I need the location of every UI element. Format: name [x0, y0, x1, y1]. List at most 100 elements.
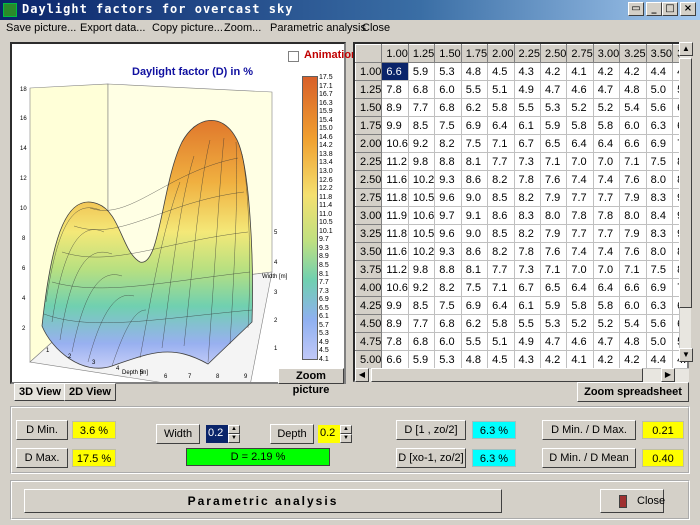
- table-cell[interactable]: 7.6: [539, 170, 568, 189]
- table-cell[interactable]: 10.6: [407, 206, 436, 225]
- table-cell[interactable]: 7.7: [592, 188, 621, 207]
- table-cell[interactable]: 7.7: [566, 188, 594, 207]
- column-header[interactable]: 1.75: [460, 44, 489, 63]
- table-cell[interactable]: 9.9: [381, 296, 409, 315]
- table-cell[interactable]: 5.9: [539, 296, 568, 315]
- menu-close[interactable]: Close: [362, 22, 390, 34]
- close-button[interactable]: Close: [600, 489, 665, 513]
- restore-button[interactable]: ▭: [628, 2, 644, 16]
- table-cell[interactable]: 6.1: [513, 296, 541, 315]
- table-cell[interactable]: 6.9: [460, 116, 489, 135]
- table-cell[interactable]: 4.2: [539, 350, 568, 369]
- table-cell[interactable]: 9.3: [434, 242, 462, 261]
- table-cell[interactable]: 4.7: [592, 332, 621, 351]
- table-cell[interactable]: 7.8: [566, 206, 594, 225]
- table-cell[interactable]: 10.2: [407, 242, 436, 261]
- table-cell[interactable]: 11.2: [381, 152, 409, 171]
- column-header[interactable]: 3.00: [592, 44, 621, 63]
- horizontal-scroll-thumb[interactable]: [371, 368, 643, 382]
- table-cell[interactable]: 7.8: [381, 80, 409, 99]
- table-cell[interactable]: 7.1: [619, 152, 647, 171]
- table-cell[interactable]: 4.8: [619, 80, 647, 99]
- table-cell[interactable]: 5.8: [487, 98, 515, 117]
- row-header[interactable]: 1.00: [355, 62, 383, 81]
- column-header[interactable]: 2.75: [566, 44, 594, 63]
- table-cell[interactable]: 5.3: [539, 314, 568, 333]
- vertical-scrollbar[interactable]: ▲ ▼: [679, 42, 693, 362]
- d-xo-label[interactable]: D [xo-1, zo/2]: [396, 448, 466, 468]
- table-cell[interactable]: 7.9: [619, 188, 647, 207]
- table-cell[interactable]: 7.7: [592, 224, 621, 243]
- table-cell[interactable]: 6.4: [566, 134, 594, 153]
- table-cell[interactable]: 8.4: [645, 206, 674, 225]
- table-cell[interactable]: 6.4: [487, 296, 515, 315]
- table-cell[interactable]: 6.5: [539, 134, 568, 153]
- table-cell[interactable]: 7.5: [434, 296, 462, 315]
- table-cell[interactable]: 6.6: [619, 278, 647, 297]
- table-cell[interactable]: 10.6: [381, 278, 409, 297]
- depth-label[interactable]: Depth: [270, 424, 314, 444]
- table-cell[interactable]: 8.5: [407, 116, 436, 135]
- table-cell[interactable]: 5.4: [619, 98, 647, 117]
- table-cell[interactable]: 7.7: [407, 98, 436, 117]
- table-cell[interactable]: 8.5: [407, 296, 436, 315]
- table-cell[interactable]: 5.6: [645, 314, 674, 333]
- table-cell[interactable]: 4.7: [539, 332, 568, 351]
- table-cell[interactable]: 5.6: [645, 98, 674, 117]
- tab-2d-view[interactable]: 2D View: [64, 383, 116, 401]
- table-cell[interactable]: 4.1: [566, 62, 594, 81]
- row-header[interactable]: 2.00: [355, 134, 383, 153]
- table-cell[interactable]: 6.4: [592, 278, 621, 297]
- spin-down-icon[interactable]: ▼: [228, 434, 240, 443]
- table-cell[interactable]: 6.6: [381, 350, 409, 369]
- table-cell[interactable]: 7.7: [407, 314, 436, 333]
- table-cell[interactable]: 8.6: [460, 170, 489, 189]
- table-cell[interactable]: 8.0: [539, 206, 568, 225]
- table-cell[interactable]: 9.1: [460, 206, 489, 225]
- table-cell[interactable]: 7.1: [487, 134, 515, 153]
- spin-down-icon[interactable]: ▼: [340, 434, 352, 443]
- table-cell[interactable]: 8.5: [487, 188, 515, 207]
- table-cell[interactable]: 5.2: [566, 314, 594, 333]
- table-cell[interactable]: 4.2: [539, 62, 568, 81]
- animation-checkbox[interactable]: [288, 51, 299, 62]
- table-cell[interactable]: 5.9: [407, 350, 436, 369]
- table-cell[interactable]: 5.2: [592, 314, 621, 333]
- column-header[interactable]: 3.25: [619, 44, 647, 63]
- table-cell[interactable]: 11.8: [381, 188, 409, 207]
- table-cell[interactable]: 6.6: [381, 62, 409, 81]
- table-cell[interactable]: 8.1: [460, 152, 489, 171]
- zoom-spreadsheet-button[interactable]: Zoom spreadsheet: [577, 382, 689, 402]
- table-cell[interactable]: 6.1: [513, 116, 541, 135]
- table-cell[interactable]: 7.7: [487, 152, 515, 171]
- table-cell[interactable]: 6.0: [619, 116, 647, 135]
- dmin-dmean-label[interactable]: D Min. / D Mean: [542, 448, 636, 468]
- table-cell[interactable]: 5.9: [539, 116, 568, 135]
- table-cell[interactable]: 7.1: [487, 278, 515, 297]
- table-cell[interactable]: 5.4: [619, 314, 647, 333]
- scroll-left-icon[interactable]: ◀: [355, 368, 369, 382]
- table-cell[interactable]: 6.8: [434, 314, 462, 333]
- table-cell[interactable]: 7.5: [645, 260, 674, 279]
- table-cell[interactable]: 11.9: [381, 206, 409, 225]
- table-cell[interactable]: 6.0: [434, 332, 462, 351]
- column-header[interactable]: 3.50: [645, 44, 674, 63]
- table-cell[interactable]: 5.0: [645, 332, 674, 351]
- scroll-right-icon[interactable]: ▶: [661, 368, 675, 382]
- table-cell[interactable]: 6.4: [592, 134, 621, 153]
- table-cell[interactable]: 4.3: [513, 350, 541, 369]
- table-cell[interactable]: 7.4: [566, 170, 594, 189]
- table-cell[interactable]: 11.6: [381, 170, 409, 189]
- table-cell[interactable]: 6.9: [645, 134, 674, 153]
- table-cell[interactable]: 7.8: [513, 170, 541, 189]
- table-cell[interactable]: 8.0: [645, 242, 674, 261]
- table-cell[interactable]: 4.8: [460, 62, 489, 81]
- table-cell[interactable]: 7.4: [592, 242, 621, 261]
- table-cell[interactable]: 6.6: [619, 134, 647, 153]
- table-cell[interactable]: 8.6: [460, 242, 489, 261]
- table-cell[interactable]: 7.8: [513, 242, 541, 261]
- row-header[interactable]: 4.25: [355, 296, 383, 315]
- table-cell[interactable]: 4.7: [592, 80, 621, 99]
- column-header[interactable]: 1.50: [434, 44, 462, 63]
- table-cell[interactable]: 7.6: [619, 170, 647, 189]
